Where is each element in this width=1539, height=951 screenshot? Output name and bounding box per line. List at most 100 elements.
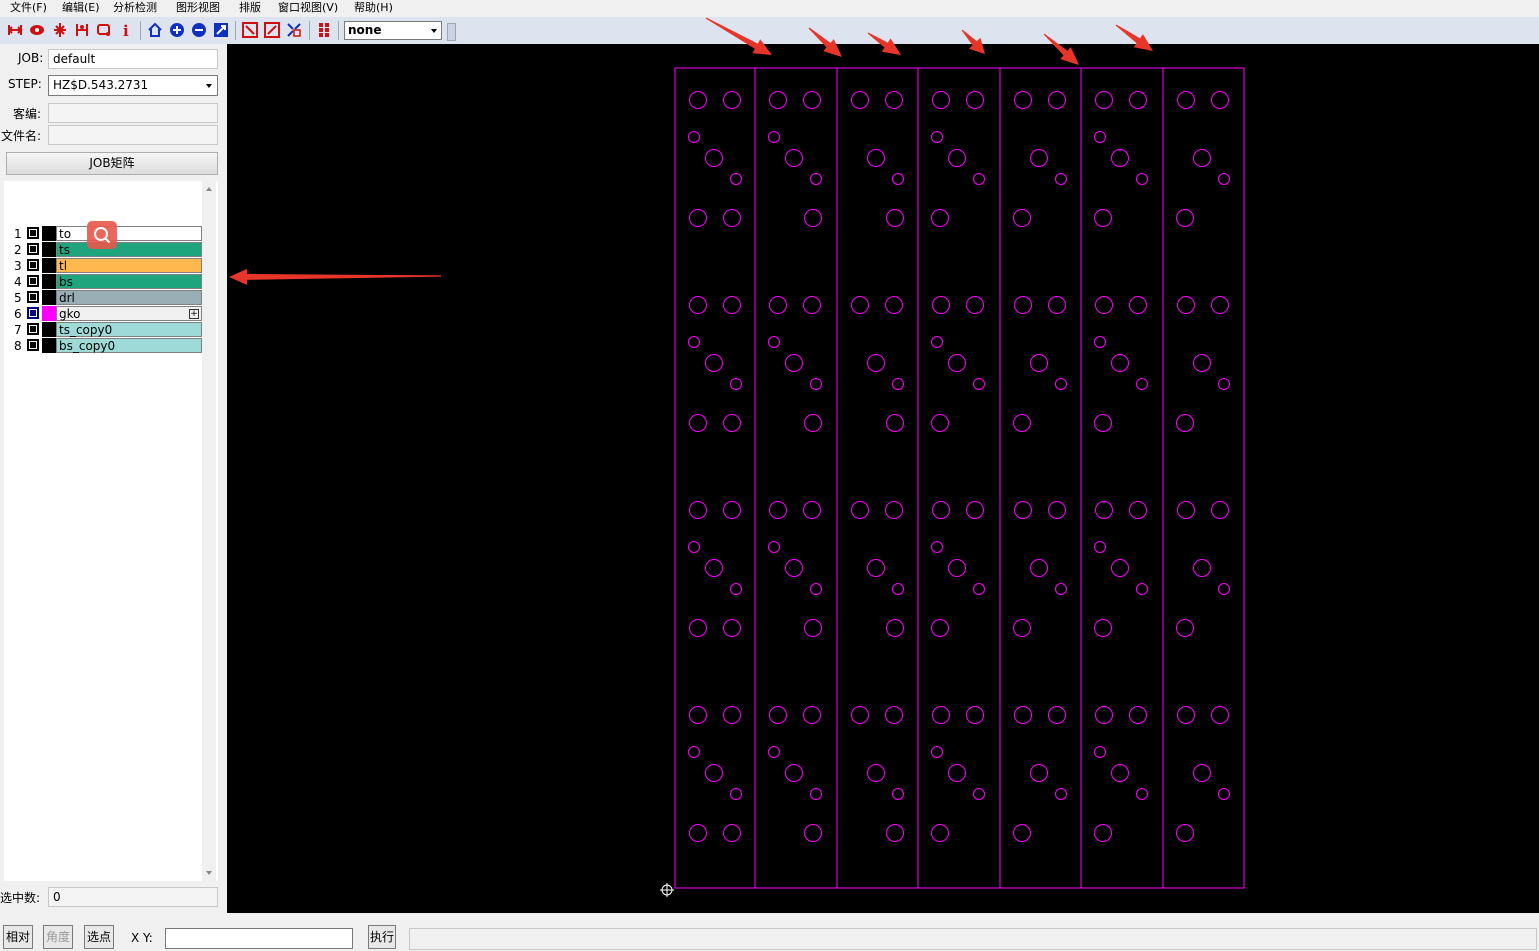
scroll-down-icon[interactable] xyxy=(206,871,212,875)
layer-checkbox[interactable] xyxy=(27,259,39,271)
layer-name[interactable]: bs_copy0 xyxy=(56,338,202,353)
menu-analysis[interactable]: 分析检测 xyxy=(113,0,157,17)
pad-circle xyxy=(1095,501,1113,519)
split-icon[interactable] xyxy=(52,22,68,38)
drill-hole xyxy=(1094,541,1106,553)
toolbar-separator xyxy=(140,21,141,40)
angle-button[interactable]: 角度 xyxy=(43,925,73,949)
layer-affected-toggle[interactable] xyxy=(42,242,56,257)
layer-name[interactable]: to xyxy=(56,226,202,241)
board-outline-view[interactable] xyxy=(227,44,1539,913)
toolbar-separator xyxy=(338,21,339,40)
layer-checkbox[interactable] xyxy=(27,227,39,239)
pad-circle xyxy=(723,706,741,724)
menu-file[interactable]: 文件(F) xyxy=(10,0,47,17)
menu-graphic-view[interactable]: 图形视图 xyxy=(176,0,220,17)
relative-button[interactable]: 相对 xyxy=(3,925,33,949)
layer-name[interactable]: gko + xyxy=(56,306,202,321)
step-select[interactable]: HZ$D.543.2731 xyxy=(48,75,218,96)
drill-hole xyxy=(810,378,822,390)
pad-circle xyxy=(689,209,707,227)
layer-checkbox[interactable] xyxy=(27,339,39,351)
layer-name[interactable]: bs xyxy=(56,274,202,289)
graphics-canvas[interactable] xyxy=(227,44,1539,913)
red-eye-icon[interactable] xyxy=(29,22,45,38)
snap-icon[interactable] xyxy=(286,22,302,38)
filename-field[interactable] xyxy=(48,125,218,145)
pad-circle xyxy=(1095,91,1113,109)
pad-circle xyxy=(1176,619,1194,637)
pad-circle xyxy=(1111,354,1129,372)
layer-checkbox[interactable] xyxy=(27,307,39,319)
pad-circle xyxy=(804,209,822,227)
zoom-box-icon[interactable] xyxy=(264,22,280,38)
layer-checkbox[interactable] xyxy=(27,275,39,287)
pad-circle xyxy=(769,706,787,724)
drill-hole xyxy=(688,131,700,143)
search-overlay-button[interactable] xyxy=(87,221,117,249)
pad-circle xyxy=(785,559,803,577)
menu-window-view[interactable]: 窗口视图(V) xyxy=(278,0,338,17)
grid-icon[interactable] xyxy=(316,22,332,38)
menu-panelize[interactable]: 排版 xyxy=(239,0,261,17)
scroll-up-icon[interactable] xyxy=(206,187,212,191)
layer-affected-toggle[interactable] xyxy=(42,338,56,353)
zoom-out-icon[interactable] xyxy=(191,22,207,38)
layer-affected-toggle[interactable] xyxy=(42,226,56,241)
layer-row[interactable]: 8 bs_copy0 xyxy=(4,338,202,354)
menu-edit[interactable]: 编辑(E) xyxy=(62,0,100,17)
job-field[interactable]: default xyxy=(48,49,218,69)
execute-button[interactable]: 执行 xyxy=(368,925,396,949)
pad-circle xyxy=(1177,91,1195,109)
drill-hole xyxy=(973,788,985,800)
layer-checkbox[interactable] xyxy=(27,291,39,303)
pad-circle xyxy=(785,764,803,782)
expand-icon[interactable]: + xyxy=(189,309,199,319)
info-icon[interactable]: i xyxy=(118,22,134,38)
job-matrix-button[interactable]: JOB矩阵 xyxy=(6,152,218,175)
layer-row[interactable]: 5 drl xyxy=(4,290,202,306)
layer-row[interactable]: 3 tl xyxy=(4,258,202,274)
customer-field[interactable] xyxy=(48,103,218,123)
pad-circle xyxy=(1111,559,1129,577)
pad-circle xyxy=(1013,414,1031,432)
layer-affected-toggle[interactable] xyxy=(42,274,56,289)
layer-checkbox[interactable] xyxy=(27,243,39,255)
pad-circle xyxy=(1095,296,1113,314)
layer-row[interactable]: 7 ts_copy0 xyxy=(4,322,202,338)
layer-row[interactable]: 4 bs xyxy=(4,274,202,290)
pick-point-button[interactable]: 选点 xyxy=(84,925,114,949)
cut-icon[interactable] xyxy=(74,22,90,38)
layer-name[interactable]: ts_copy0 xyxy=(56,322,202,337)
status-field xyxy=(409,928,1537,950)
drill-hole xyxy=(1218,173,1230,185)
menu-help[interactable]: 帮助(H) xyxy=(354,0,393,17)
layer-affected-toggle[interactable] xyxy=(42,258,56,273)
flip-icon[interactable] xyxy=(7,22,23,38)
drill-hole xyxy=(730,173,742,185)
layer-name[interactable]: ts xyxy=(56,242,202,257)
layer-affected-toggle[interactable] xyxy=(42,322,56,337)
pad-circle xyxy=(1013,619,1031,637)
pad-circle xyxy=(804,414,822,432)
home-icon[interactable] xyxy=(147,22,163,38)
layer-row[interactable]: 6 gko + xyxy=(4,306,202,322)
pad-circle xyxy=(705,149,723,167)
layer-list-scrollbar[interactable] xyxy=(202,181,216,881)
pad-circle xyxy=(1193,354,1211,372)
toolbar-overflow-button[interactable] xyxy=(447,23,456,41)
zoom-in-icon[interactable] xyxy=(169,22,185,38)
xy-input[interactable] xyxy=(165,928,353,949)
drill-hole xyxy=(1055,788,1067,800)
layer-name[interactable]: tl xyxy=(56,258,202,273)
layer-checkbox[interactable] xyxy=(27,323,39,335)
drill-hole xyxy=(688,746,700,758)
layer-affected-toggle[interactable] xyxy=(42,290,56,305)
layer-affected-toggle[interactable] xyxy=(42,306,56,321)
rect-select-icon[interactable] xyxy=(96,22,112,38)
zoom-fit-icon[interactable] xyxy=(213,22,229,38)
drill-hole xyxy=(973,378,985,390)
layer-name[interactable]: drl xyxy=(56,290,202,305)
window-zoom-icon[interactable] xyxy=(242,22,258,38)
view-mode-select[interactable]: none xyxy=(344,21,442,40)
